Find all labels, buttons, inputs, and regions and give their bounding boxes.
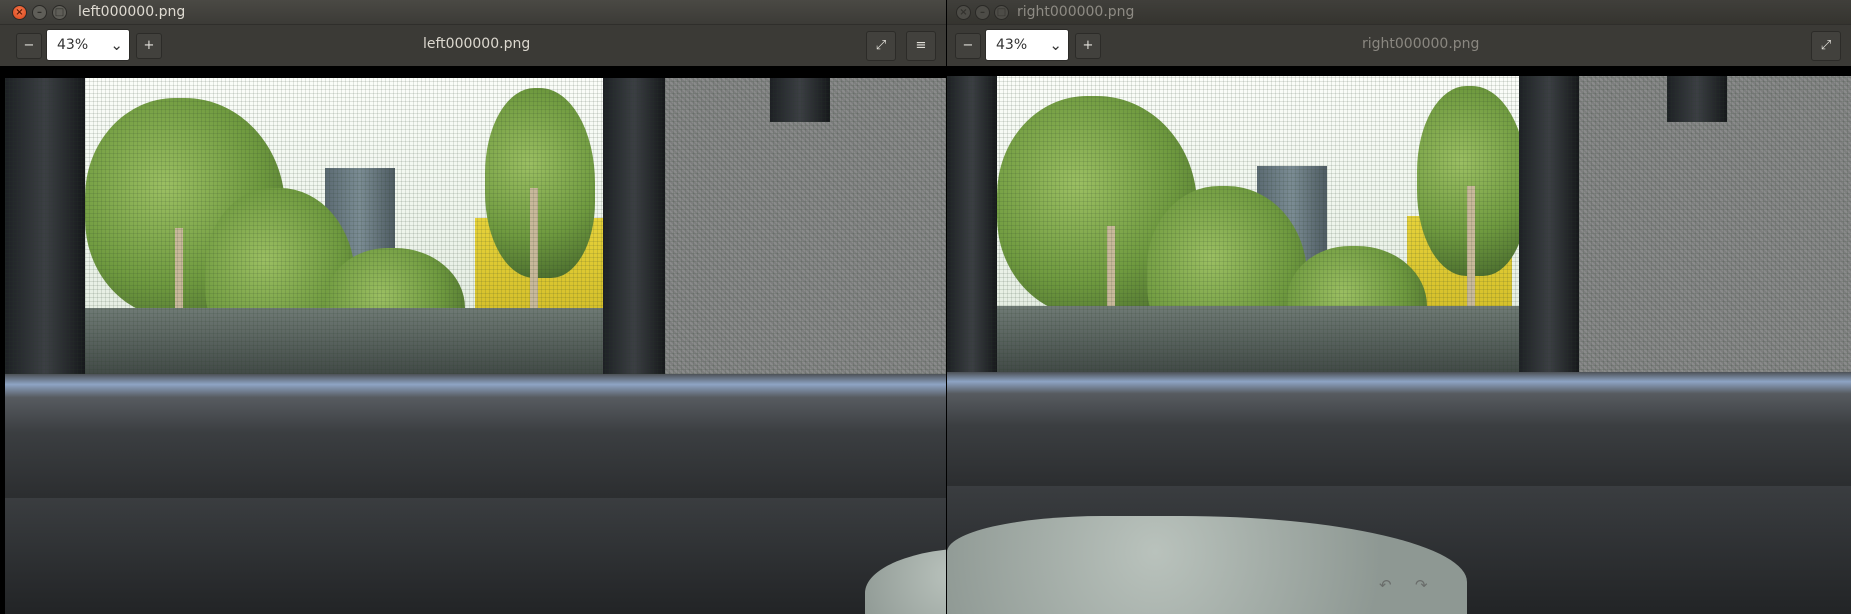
zoom-level-select[interactable]: 43% ⌄ (46, 29, 130, 61)
zoom-level-value: 43% (57, 37, 89, 53)
image-filename: left000000.png (423, 36, 531, 52)
fullscreen-button[interactable]: ⤢ (866, 31, 896, 61)
maximize-window-button[interactable]: □ (52, 5, 67, 20)
zoom-out-button[interactable]: − (16, 33, 42, 59)
stereo-right-photo (947, 76, 1851, 614)
menu-button[interactable]: ≡ (906, 31, 936, 61)
close-window-button[interactable]: × (12, 5, 27, 20)
zoom-out-button[interactable]: − (955, 33, 981, 59)
image-canvas[interactable] (0, 66, 946, 614)
right-image-viewer-window: × – □ right000000.png − 43% ⌄ + right000… (947, 0, 1851, 614)
minus-icon: − (962, 38, 974, 53)
zoom-in-button[interactable]: + (1075, 33, 1101, 59)
right-toolbar: − 43% ⌄ + right000000.png ⤢ (947, 25, 1851, 66)
stereo-left-photo (5, 78, 946, 614)
rotate-right-button[interactable]: ↷ (1415, 576, 1428, 594)
rotate-right-icon: ↷ (1415, 576, 1428, 594)
minimize-window-button[interactable]: – (975, 5, 990, 20)
image-filename: right000000.png (1362, 36, 1480, 52)
fullscreen-button[interactable]: ⤢ (1811, 31, 1841, 61)
rotate-left-button[interactable]: ↶ (1379, 576, 1392, 594)
hamburger-menu-icon: ≡ (915, 38, 927, 53)
left-image-viewer-window: × – □ left000000.png − 43% ⌄ + left00000… (0, 0, 946, 614)
window-title: left000000.png (78, 4, 186, 20)
zoom-in-button[interactable]: + (136, 33, 162, 59)
image-canvas[interactable]: ↶ ↷ (947, 66, 1851, 614)
minus-icon: − (23, 38, 35, 53)
chevron-down-icon: ⌄ (110, 36, 123, 54)
right-titlebar[interactable]: × – □ right000000.png (947, 0, 1851, 25)
rotate-left-icon: ↶ (1379, 576, 1392, 594)
zoom-level-value: 43% (996, 37, 1028, 53)
minimize-window-button[interactable]: – (32, 5, 47, 20)
left-toolbar: − 43% ⌄ + left000000.png ⤢ ≡ (0, 25, 946, 66)
close-window-button[interactable]: × (956, 5, 971, 20)
zoom-level-select[interactable]: 43% ⌄ (985, 29, 1069, 61)
fullscreen-icon: ⤢ (875, 38, 887, 53)
fullscreen-icon: ⤢ (1820, 38, 1832, 53)
left-titlebar[interactable]: × – □ left000000.png (0, 0, 946, 25)
chevron-down-icon: ⌄ (1049, 36, 1062, 54)
plus-icon: + (143, 38, 155, 53)
maximize-window-button[interactable]: □ (994, 5, 1009, 20)
window-title: right000000.png (1017, 4, 1135, 20)
plus-icon: + (1082, 38, 1094, 53)
